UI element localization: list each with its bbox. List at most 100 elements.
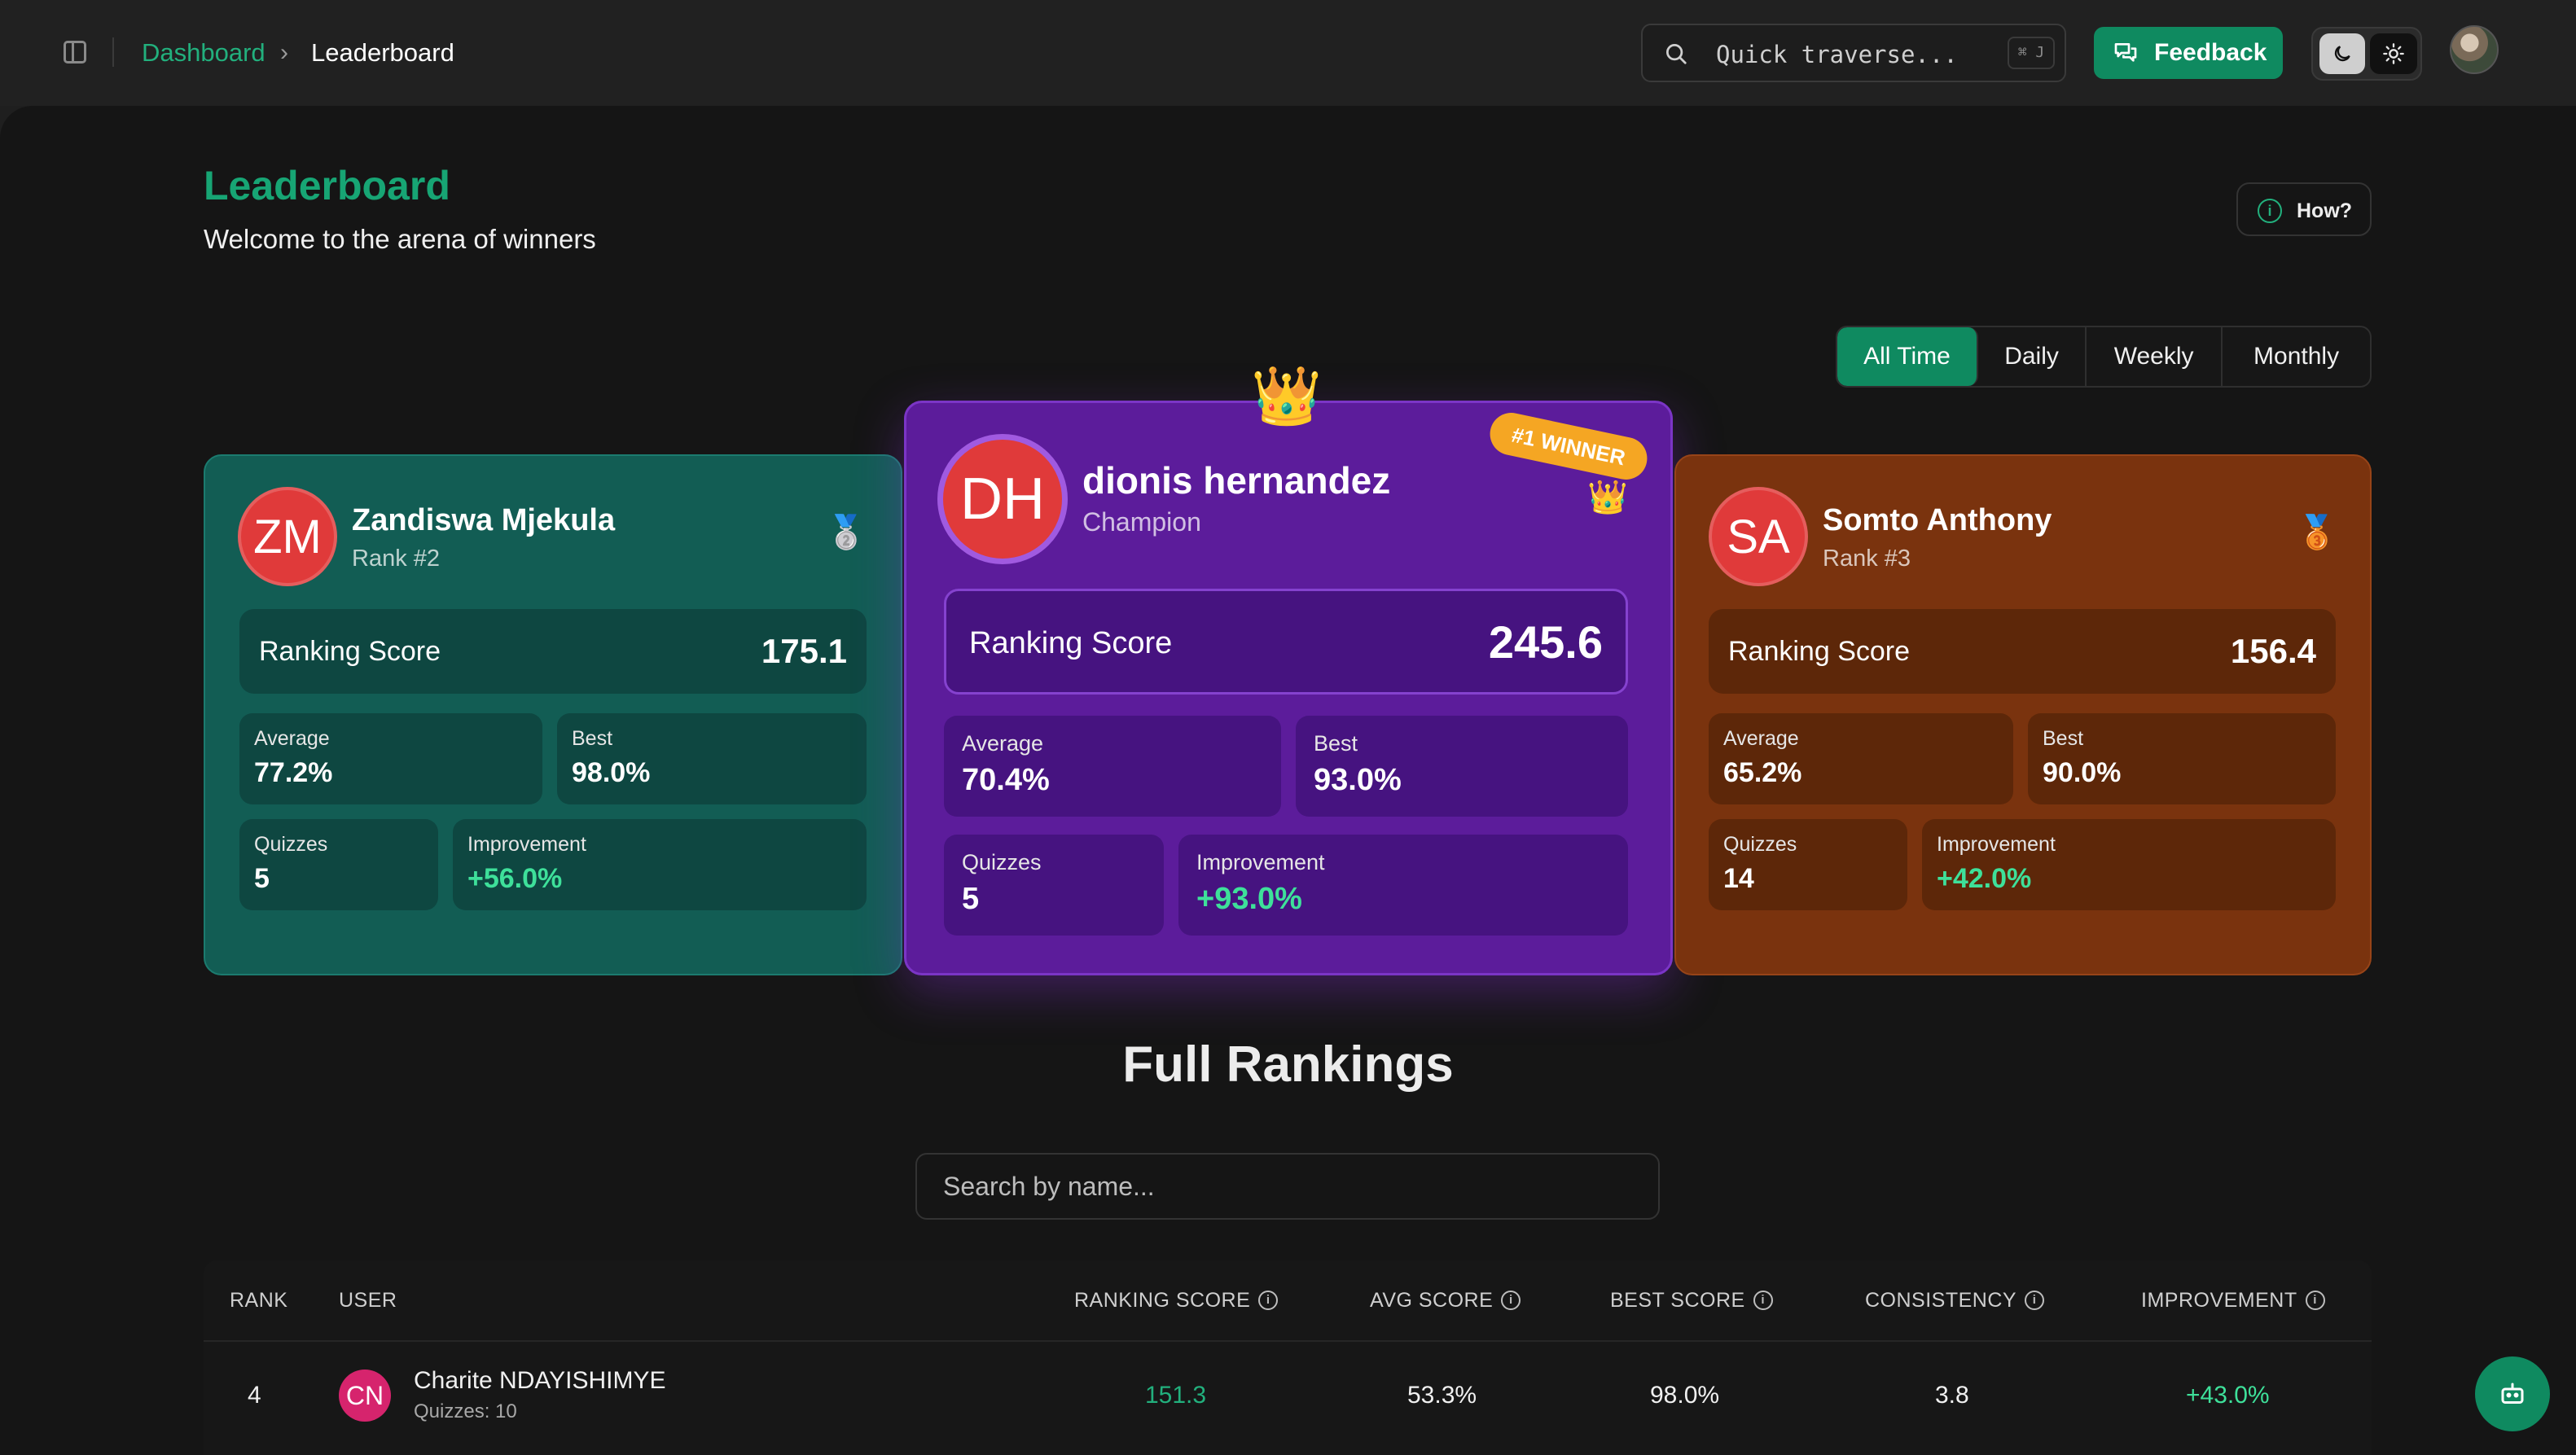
column-avg-score[interactable]: AVG SCORE i <box>1370 1288 1521 1313</box>
column-label: USER <box>339 1289 397 1312</box>
feedback-button[interactable]: Feedback <box>2094 27 2283 79</box>
quick-traverse-search[interactable]: Quick traverse... ⌘ J <box>1641 24 2066 82</box>
stat-label: Improvement <box>1196 850 1325 874</box>
column-consistency[interactable]: CONSISTENCY i <box>1865 1288 2045 1313</box>
player-rank: Rank #2 <box>352 546 441 572</box>
stat-quizzes: Quizzes 14 <box>1709 819 1907 910</box>
podium-card-first[interactable]: DH dionis hernandez Champion 👑 Ranking S… <box>904 401 1673 975</box>
column-label: AVG SCORE <box>1370 1289 1494 1312</box>
stat-value: 5 <box>254 863 270 894</box>
stat-value: 70.4% <box>962 763 1050 797</box>
stat-improvement: Improvement +56.0% <box>453 819 867 910</box>
ranking-score-value: 175.1 <box>761 632 847 670</box>
stat-improvement: Improvement +42.0% <box>1922 819 2336 910</box>
theme-toggle[interactable] <box>2311 27 2422 81</box>
column-label: BEST SCORE <box>1610 1289 1745 1312</box>
stat-label: Improvement <box>1937 833 2056 856</box>
moon-icon[interactable] <box>2319 33 2365 74</box>
info-icon[interactable]: i <box>1501 1291 1521 1310</box>
bronze-medal-icon: 🥉 <box>2297 515 2337 550</box>
column-improvement[interactable]: IMPROVEMENT i <box>2141 1288 2325 1313</box>
stat-label: Best <box>2043 727 2084 750</box>
stat-label: Best <box>1314 731 1358 756</box>
info-icon[interactable]: i <box>2305 1291 2325 1310</box>
sun-icon[interactable] <box>2370 33 2417 74</box>
sidebar-toggle-icon[interactable] <box>64 41 86 64</box>
tab-monthly[interactable]: Monthly <box>2223 327 2370 386</box>
avatar: ZM <box>238 487 337 586</box>
column-label: RANKING SCORE <box>1074 1289 1251 1312</box>
column-rank[interactable]: RANK <box>230 1288 287 1313</box>
player-name: Somto Anthony <box>1823 503 2052 537</box>
stat-label: Quizzes <box>962 850 1042 874</box>
info-icon[interactable]: i <box>1258 1291 1279 1310</box>
tab-weekly[interactable]: Weekly <box>2087 327 2223 386</box>
stat-label: Improvement <box>467 833 586 856</box>
how-label: How? <box>2297 199 2353 222</box>
search-placeholder: Quick traverse... <box>1716 41 1958 68</box>
crown-icon: 👑 <box>1587 480 1628 515</box>
bot-icon[interactable] <box>2475 1356 2550 1431</box>
column-ranking-score[interactable]: RANKING SCORE i <box>1074 1288 1279 1313</box>
top-bar: Dashboard › Leaderboard Quick traverse..… <box>0 0 2576 106</box>
stat-label: Average <box>962 731 1044 756</box>
player-rank: Rank #3 <box>1823 546 1911 572</box>
avatar: CN <box>339 1370 391 1422</box>
avatar: DH <box>937 434 1068 564</box>
row-rank: 4 <box>248 1382 261 1409</box>
table-row[interactable]: 4 CN Charite NDAYISHIMYE Quizzes: 10 151… <box>204 1343 2372 1455</box>
user-avatar[interactable] <box>2450 25 2499 74</box>
ranking-score-label: Ranking Score <box>969 626 1173 660</box>
stat-value: +93.0% <box>1196 882 1302 916</box>
ranking-score-label: Ranking Score <box>259 636 441 667</box>
stat-label: Best <box>572 727 613 750</box>
divider <box>112 37 114 67</box>
silver-medal-icon: 🥈 <box>826 515 867 550</box>
player-title: Champion <box>1082 507 1201 537</box>
stat-best: Best 93.0% <box>1296 716 1628 817</box>
stat-improvement: Improvement +93.0% <box>1178 835 1628 936</box>
stat-average: Average 70.4% <box>944 716 1281 817</box>
stat-value: +56.0% <box>467 863 563 894</box>
podium-card-third[interactable]: SA Somto Anthony Rank #3 🥉 Ranking Score… <box>1674 454 2372 975</box>
message-icon <box>2114 43 2137 62</box>
period-tabs: All Time Daily Weekly Monthly <box>1836 326 2372 388</box>
ranking-score-box: Ranking Score 156.4 <box>1709 609 2336 694</box>
ranking-score-value: 156.4 <box>2230 632 2316 670</box>
breadcrumb-dashboard-link[interactable]: Dashboard <box>142 37 265 68</box>
stat-value: +42.0% <box>1937 863 2032 894</box>
how-button[interactable]: i How? <box>2236 182 2372 236</box>
stat-average: Average 65.2% <box>1709 713 2013 804</box>
stat-label: Quizzes <box>254 833 328 856</box>
info-icon[interactable]: i <box>2025 1291 2045 1310</box>
stat-best: Best 90.0% <box>2028 713 2336 804</box>
stat-average: Average 77.2% <box>239 713 542 804</box>
column-best-score[interactable]: BEST SCORE i <box>1610 1288 1773 1313</box>
row-consistency: 3.8 <box>1935 1382 1969 1409</box>
stat-value: 90.0% <box>2043 757 2122 788</box>
avatar: SA <box>1709 487 1808 586</box>
stat-value: 98.0% <box>572 757 651 788</box>
stat-value: 77.2% <box>254 757 333 788</box>
column-user[interactable]: USER <box>339 1288 397 1313</box>
stat-label: Average <box>254 727 330 750</box>
column-label: IMPROVEMENT <box>2141 1289 2297 1312</box>
column-label: RANK <box>230 1289 288 1312</box>
stat-value: 65.2% <box>1723 757 1802 788</box>
player-name: Zandiswa Mjekula <box>352 503 616 537</box>
ranking-score-label: Ranking Score <box>1728 636 1911 667</box>
info-icon: i <box>2258 199 2282 223</box>
chevron-right-icon: › <box>280 39 288 66</box>
rankings-search-input[interactable] <box>915 1153 1660 1220</box>
stat-label: Average <box>1723 727 1799 750</box>
tab-all-time[interactable]: All Time <box>1837 327 1978 386</box>
info-icon[interactable]: i <box>1753 1291 1773 1310</box>
breadcrumb-current: Leaderboard <box>311 38 454 67</box>
tab-daily[interactable]: Daily <box>1978 327 2087 386</box>
page-title: Leaderboard <box>204 163 450 208</box>
feedback-label: Feedback <box>2154 39 2267 66</box>
stat-best: Best 98.0% <box>557 713 867 804</box>
stat-quizzes: Quizzes 5 <box>944 835 1164 936</box>
table-header: RANK USER RANKING SCORE i AVG SCORE i BEST… <box>204 1260 2372 1342</box>
podium-card-second[interactable]: ZM Zandiswa Mjekula Rank #2 🥈 Ranking Sc… <box>204 454 902 975</box>
